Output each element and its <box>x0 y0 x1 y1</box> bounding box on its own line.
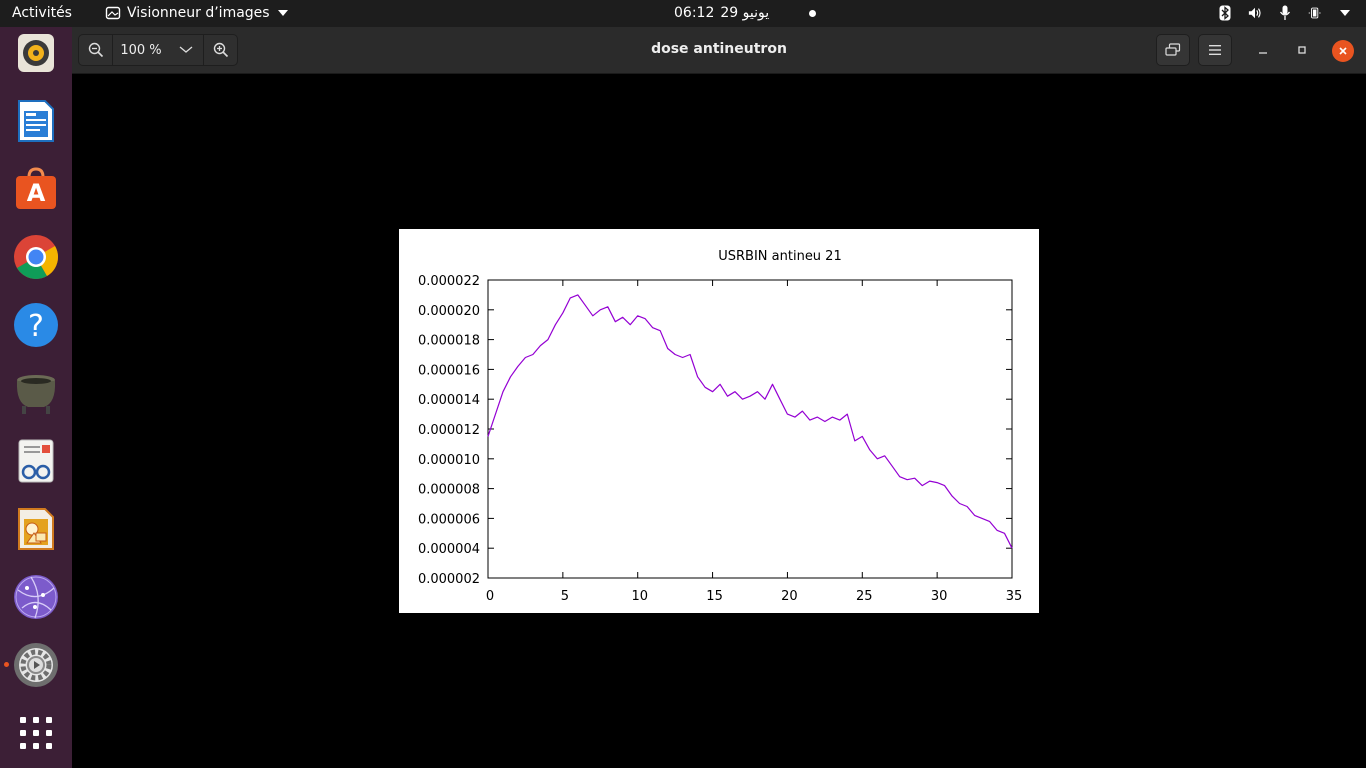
hamburger-icon <box>1209 45 1221 55</box>
series-line <box>487 294 1013 549</box>
clock[interactable]: 06:12 29 يونيو <box>674 5 817 21</box>
svg-text:A: A <box>27 179 46 207</box>
y-tick-label: 0.000008 <box>418 483 480 498</box>
y-tick-label: 0.000012 <box>418 423 480 438</box>
help-icon[interactable]: ? <box>12 301 60 349</box>
header-bar: 100 % dose antineutron <box>72 27 1366 74</box>
displayed-image: USRBIN antineu 21 0 5 10 15 20 25 30 35 0.000002 0… <box>399 229 1039 613</box>
zoom-in-icon <box>213 42 228 58</box>
top-bar: Activités Visionneur d’images 06:12 29 ي… <box>0 0 1366 27</box>
minimize-button[interactable] <box>1253 40 1273 60</box>
zoom-out-button[interactable] <box>79 35 113 65</box>
y-tick-label: 0.000016 <box>418 363 480 378</box>
dock: A ? <box>0 27 72 768</box>
x-tick-label: 25 <box>856 589 873 604</box>
rhythmbox-icon[interactable] <box>12 29 60 77</box>
zoom-out-icon <box>88 42 103 58</box>
y-tick-label: 0.000020 <box>418 304 480 319</box>
chevron-down-icon <box>277 10 288 16</box>
writer-icon[interactable] <box>12 97 60 145</box>
plot-frame <box>487 279 1013 579</box>
y-tick-label: 0.000022 <box>418 274 480 289</box>
restore-icon <box>1298 46 1306 54</box>
activities-button[interactable]: Activités <box>12 5 72 21</box>
system-tray[interactable] <box>1218 4 1352 22</box>
image-viewer-icon <box>105 6 121 20</box>
web-browser-icon[interactable] <box>12 573 60 621</box>
y-tick-label: 0.000010 <box>418 453 480 468</box>
y-tick-label: 0.000004 <box>418 542 480 557</box>
zoom-in-button[interactable] <box>203 35 237 65</box>
svg-text:?: ? <box>28 309 44 344</box>
clock-time: 06:12 <box>674 5 715 21</box>
line-chart: USRBIN antineu 21 0 5 10 15 20 25 30 35 0.000002 0… <box>418 249 1023 604</box>
x-tick-label: 0 <box>486 589 494 604</box>
close-icon <box>1339 47 1347 55</box>
software-center-icon[interactable]: A <box>12 165 60 213</box>
app-menu[interactable]: Visionneur d’images <box>105 5 288 21</box>
zoom-dropdown-button[interactable] <box>169 46 203 54</box>
settings-icon[interactable] <box>12 641 60 689</box>
gallery-button[interactable] <box>1156 34 1190 66</box>
zoom-control: 100 % <box>78 34 238 66</box>
x-tick-label: 20 <box>781 589 798 604</box>
chrome-icon[interactable] <box>12 233 60 281</box>
close-button[interactable] <box>1332 40 1354 62</box>
x-tick-label: 5 <box>561 589 569 604</box>
bluetooth-icon[interactable] <box>1218 4 1232 22</box>
x-tick-label: 15 <box>706 589 723 604</box>
volume-icon[interactable] <box>1248 4 1262 22</box>
gallery-icon <box>1165 43 1181 56</box>
menu-button[interactable] <box>1198 34 1232 66</box>
battery-icon[interactable] <box>1308 4 1322 22</box>
maximize-button[interactable] <box>1292 40 1312 60</box>
clock-date: 29 يونيو <box>720 5 770 21</box>
minimize-icon <box>1259 52 1267 54</box>
x-tick-label: 30 <box>931 589 948 604</box>
microphone-icon[interactable] <box>1278 4 1292 22</box>
x-tick-label: 35 <box>1006 589 1023 604</box>
document-viewer-icon[interactable] <box>12 437 60 485</box>
running-indicator-icon <box>4 662 9 667</box>
chart-title: USRBIN antineu 21 <box>718 249 841 264</box>
y-tick-label: 0.000018 <box>418 334 480 349</box>
y-tick-label: 0.000002 <box>418 572 480 587</box>
app-grid-icon[interactable] <box>12 709 60 757</box>
y-tick-label: 0.000014 <box>418 393 480 408</box>
notification-dot-icon <box>809 9 817 17</box>
cauldron-icon[interactable] <box>12 369 60 417</box>
draw-icon[interactable] <box>12 505 60 553</box>
zoom-level[interactable]: 100 % <box>113 43 169 58</box>
app-menu-label: Visionneur d’images <box>127 5 270 21</box>
chevron-down-icon <box>179 46 193 53</box>
y-tick-label: 0.000006 <box>418 512 480 527</box>
x-tick-label: 10 <box>631 589 648 604</box>
system-menu-caret-icon[interactable] <box>1338 4 1352 22</box>
